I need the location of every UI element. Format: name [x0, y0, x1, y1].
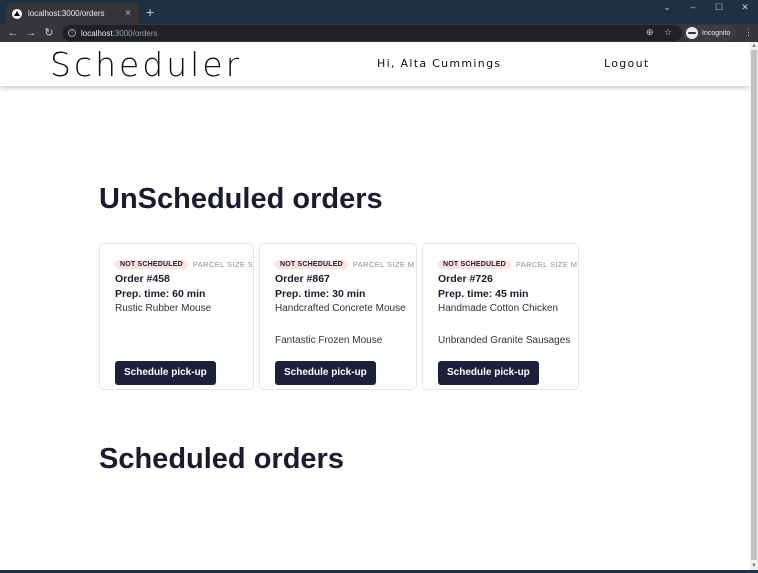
parcel-size: PARCEL SIZE M	[515, 260, 578, 269]
order-card: NOT SCHEDULED PARCEL SIZE S Order #458 P…	[99, 243, 254, 390]
forward-icon[interactable]: →	[23, 24, 39, 42]
status-badge: NOT SCHEDULED	[275, 260, 348, 269]
bookmark-star-icon[interactable]: ☆	[664, 27, 672, 38]
schedule-pickup-button[interactable]: Schedule pick-up	[438, 361, 539, 385]
product-item: Unbranded Granite Sausages	[438, 335, 571, 346]
product-item: Fantastic Frozen Mouse	[275, 335, 383, 346]
parcel-size: PARCEL SIZE S	[192, 260, 254, 269]
order-card: NOT SCHEDULED PARCEL SIZE M Order #867 P…	[259, 243, 417, 390]
status-badge: NOT SCHEDULED	[115, 260, 188, 269]
tab-title: localhost:3000/orders	[28, 9, 105, 18]
browser-menu-icon[interactable]: ⋮	[744, 27, 753, 38]
url-path: :3000/orders	[112, 28, 158, 38]
reload-icon[interactable]: ↻	[41, 24, 57, 42]
browser-tab[interactable]: localhost:3000/orders ×	[6, 3, 139, 24]
prep-time: Prep. time: 45 min	[438, 288, 529, 300]
product-item: Handcrafted Concrete Mouse	[275, 303, 406, 314]
order-number: Order #867	[275, 273, 330, 285]
card-badges: NOT SCHEDULED PARCEL SIZE M	[275, 260, 414, 269]
incognito-label: Incognito	[702, 29, 731, 37]
window-controls: ⌄ – ☐ ✕	[654, 0, 758, 14]
incognito-indicator[interactable]: Incognito	[684, 25, 737, 41]
user-greeting: Hi, Alta Cummings	[377, 57, 502, 70]
back-icon[interactable]: ←	[5, 24, 21, 42]
address-bar[interactable]: i localhost:3000/orders ⊕ ☆	[62, 25, 682, 41]
scroll-down-icon[interactable]: ▼	[750, 562, 758, 570]
new-tab-icon[interactable]: +	[146, 4, 154, 20]
site-info-icon[interactable]: i	[68, 29, 76, 37]
scrollbar-thumb[interactable]	[751, 50, 757, 560]
page-viewport: Scheduler Hi, Alta Cummings Logout UnSch…	[0, 42, 750, 570]
browser-toolbar: ← → ↻ i localhost:3000/orders ⊕ ☆ Incogn…	[0, 24, 758, 42]
browser-tab-bar: localhost:3000/orders × + ⌄ – ☐ ✕	[0, 0, 758, 24]
parcel-size: PARCEL SIZE M	[352, 260, 415, 269]
product-item: Rustic Rubber Mouse	[115, 303, 212, 314]
zoom-icon[interactable]: ⊕	[646, 27, 654, 38]
card-badges: NOT SCHEDULED PARCEL SIZE S	[115, 260, 253, 269]
order-number: Order #458	[115, 273, 170, 285]
card-badges: NOT SCHEDULED PARCEL SIZE M	[438, 260, 577, 269]
unscheduled-orders-title: UnScheduled orders	[99, 183, 383, 215]
prep-time: Prep. time: 60 min	[115, 288, 206, 300]
order-number: Order #726	[438, 273, 493, 285]
maximize-icon[interactable]: ☐	[706, 0, 732, 14]
tab-search-icon[interactable]: ⌄	[654, 0, 680, 14]
minimize-icon[interactable]: –	[680, 0, 706, 14]
order-card: NOT SCHEDULED PARCEL SIZE M Order #726 P…	[422, 243, 579, 390]
scroll-up-icon[interactable]: ▲	[750, 42, 758, 50]
app-header: Scheduler Hi, Alta Cummings Logout	[0, 42, 750, 86]
url-text: localhost:3000/orders	[81, 29, 158, 38]
prep-time: Prep. time: 30 min	[275, 288, 366, 300]
scheduled-orders-title: Scheduled orders	[99, 443, 344, 475]
status-badge: NOT SCHEDULED	[438, 260, 511, 269]
schedule-pickup-button[interactable]: Schedule pick-up	[115, 361, 216, 385]
logout-link[interactable]: Logout	[604, 57, 649, 70]
window-close-icon[interactable]: ✕	[732, 0, 758, 14]
favicon-icon	[12, 8, 22, 19]
url-host: localhost	[81, 28, 113, 38]
app-logo[interactable]: Scheduler	[50, 45, 242, 84]
page-scrollbar[interactable]: ▲ ▼	[750, 42, 758, 570]
incognito-icon	[686, 27, 698, 39]
schedule-pickup-button[interactable]: Schedule pick-up	[275, 361, 376, 385]
tab-close-icon[interactable]: ×	[123, 8, 133, 19]
product-item: Handmade Cotton Chicken	[438, 303, 559, 314]
